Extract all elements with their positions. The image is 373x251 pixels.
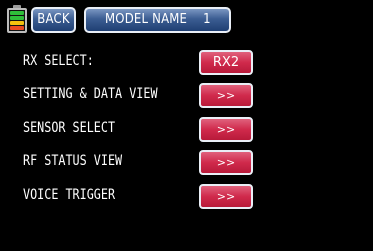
battery-bar-high <box>10 11 24 15</box>
model-number: 1 <box>203 12 211 27</box>
top-bar: BACK MODEL NAME 1 <box>0 0 373 36</box>
rx-select-value: RX2 <box>212 55 240 70</box>
voice-trigger-arrow: >> <box>216 190 236 203</box>
battery-bar-mid <box>10 16 24 20</box>
rx-select-button[interactable]: RX2 <box>199 50 253 75</box>
menu-row-sensor-select: SENSOR SELECT >> <box>0 117 373 143</box>
model-name-label: MODEL NAME <box>105 12 188 27</box>
model-name-button[interactable]: MODEL NAME 1 <box>84 7 231 33</box>
back-button-label: BACK <box>37 12 70 27</box>
battery-bar-low <box>10 21 24 25</box>
battery-bar-critical <box>10 26 24 30</box>
rf-status-view-button[interactable]: >> <box>199 150 253 175</box>
sensor-select-arrow: >> <box>216 123 236 136</box>
sensor-select-label: SENSOR SELECT <box>23 120 116 136</box>
setting-data-view-arrow: >> <box>216 89 236 102</box>
back-button[interactable]: BACK <box>31 7 76 33</box>
voice-trigger-button[interactable]: >> <box>199 184 253 209</box>
rf-status-view-label: RF STATUS VIEW <box>23 153 123 169</box>
menu-row-rx-select: RX SELECT: RX2 <box>0 50 373 76</box>
battery-icon <box>7 5 27 33</box>
battery-body <box>7 8 27 33</box>
setting-data-view-label: SETTING & DATA VIEW <box>23 86 158 102</box>
menu-row-setting-data-view: SETTING & DATA VIEW >> <box>0 83 373 109</box>
sensor-select-button[interactable]: >> <box>199 117 253 142</box>
menu-row-rf-status-view: RF STATUS VIEW >> <box>0 150 373 176</box>
rx-select-label: RX SELECT: <box>23 53 94 69</box>
rf-status-view-arrow: >> <box>216 156 236 169</box>
setting-data-view-button[interactable]: >> <box>199 83 253 108</box>
menu-row-voice-trigger: VOICE TRIGGER >> <box>0 184 373 210</box>
voice-trigger-label: VOICE TRIGGER <box>23 187 116 203</box>
